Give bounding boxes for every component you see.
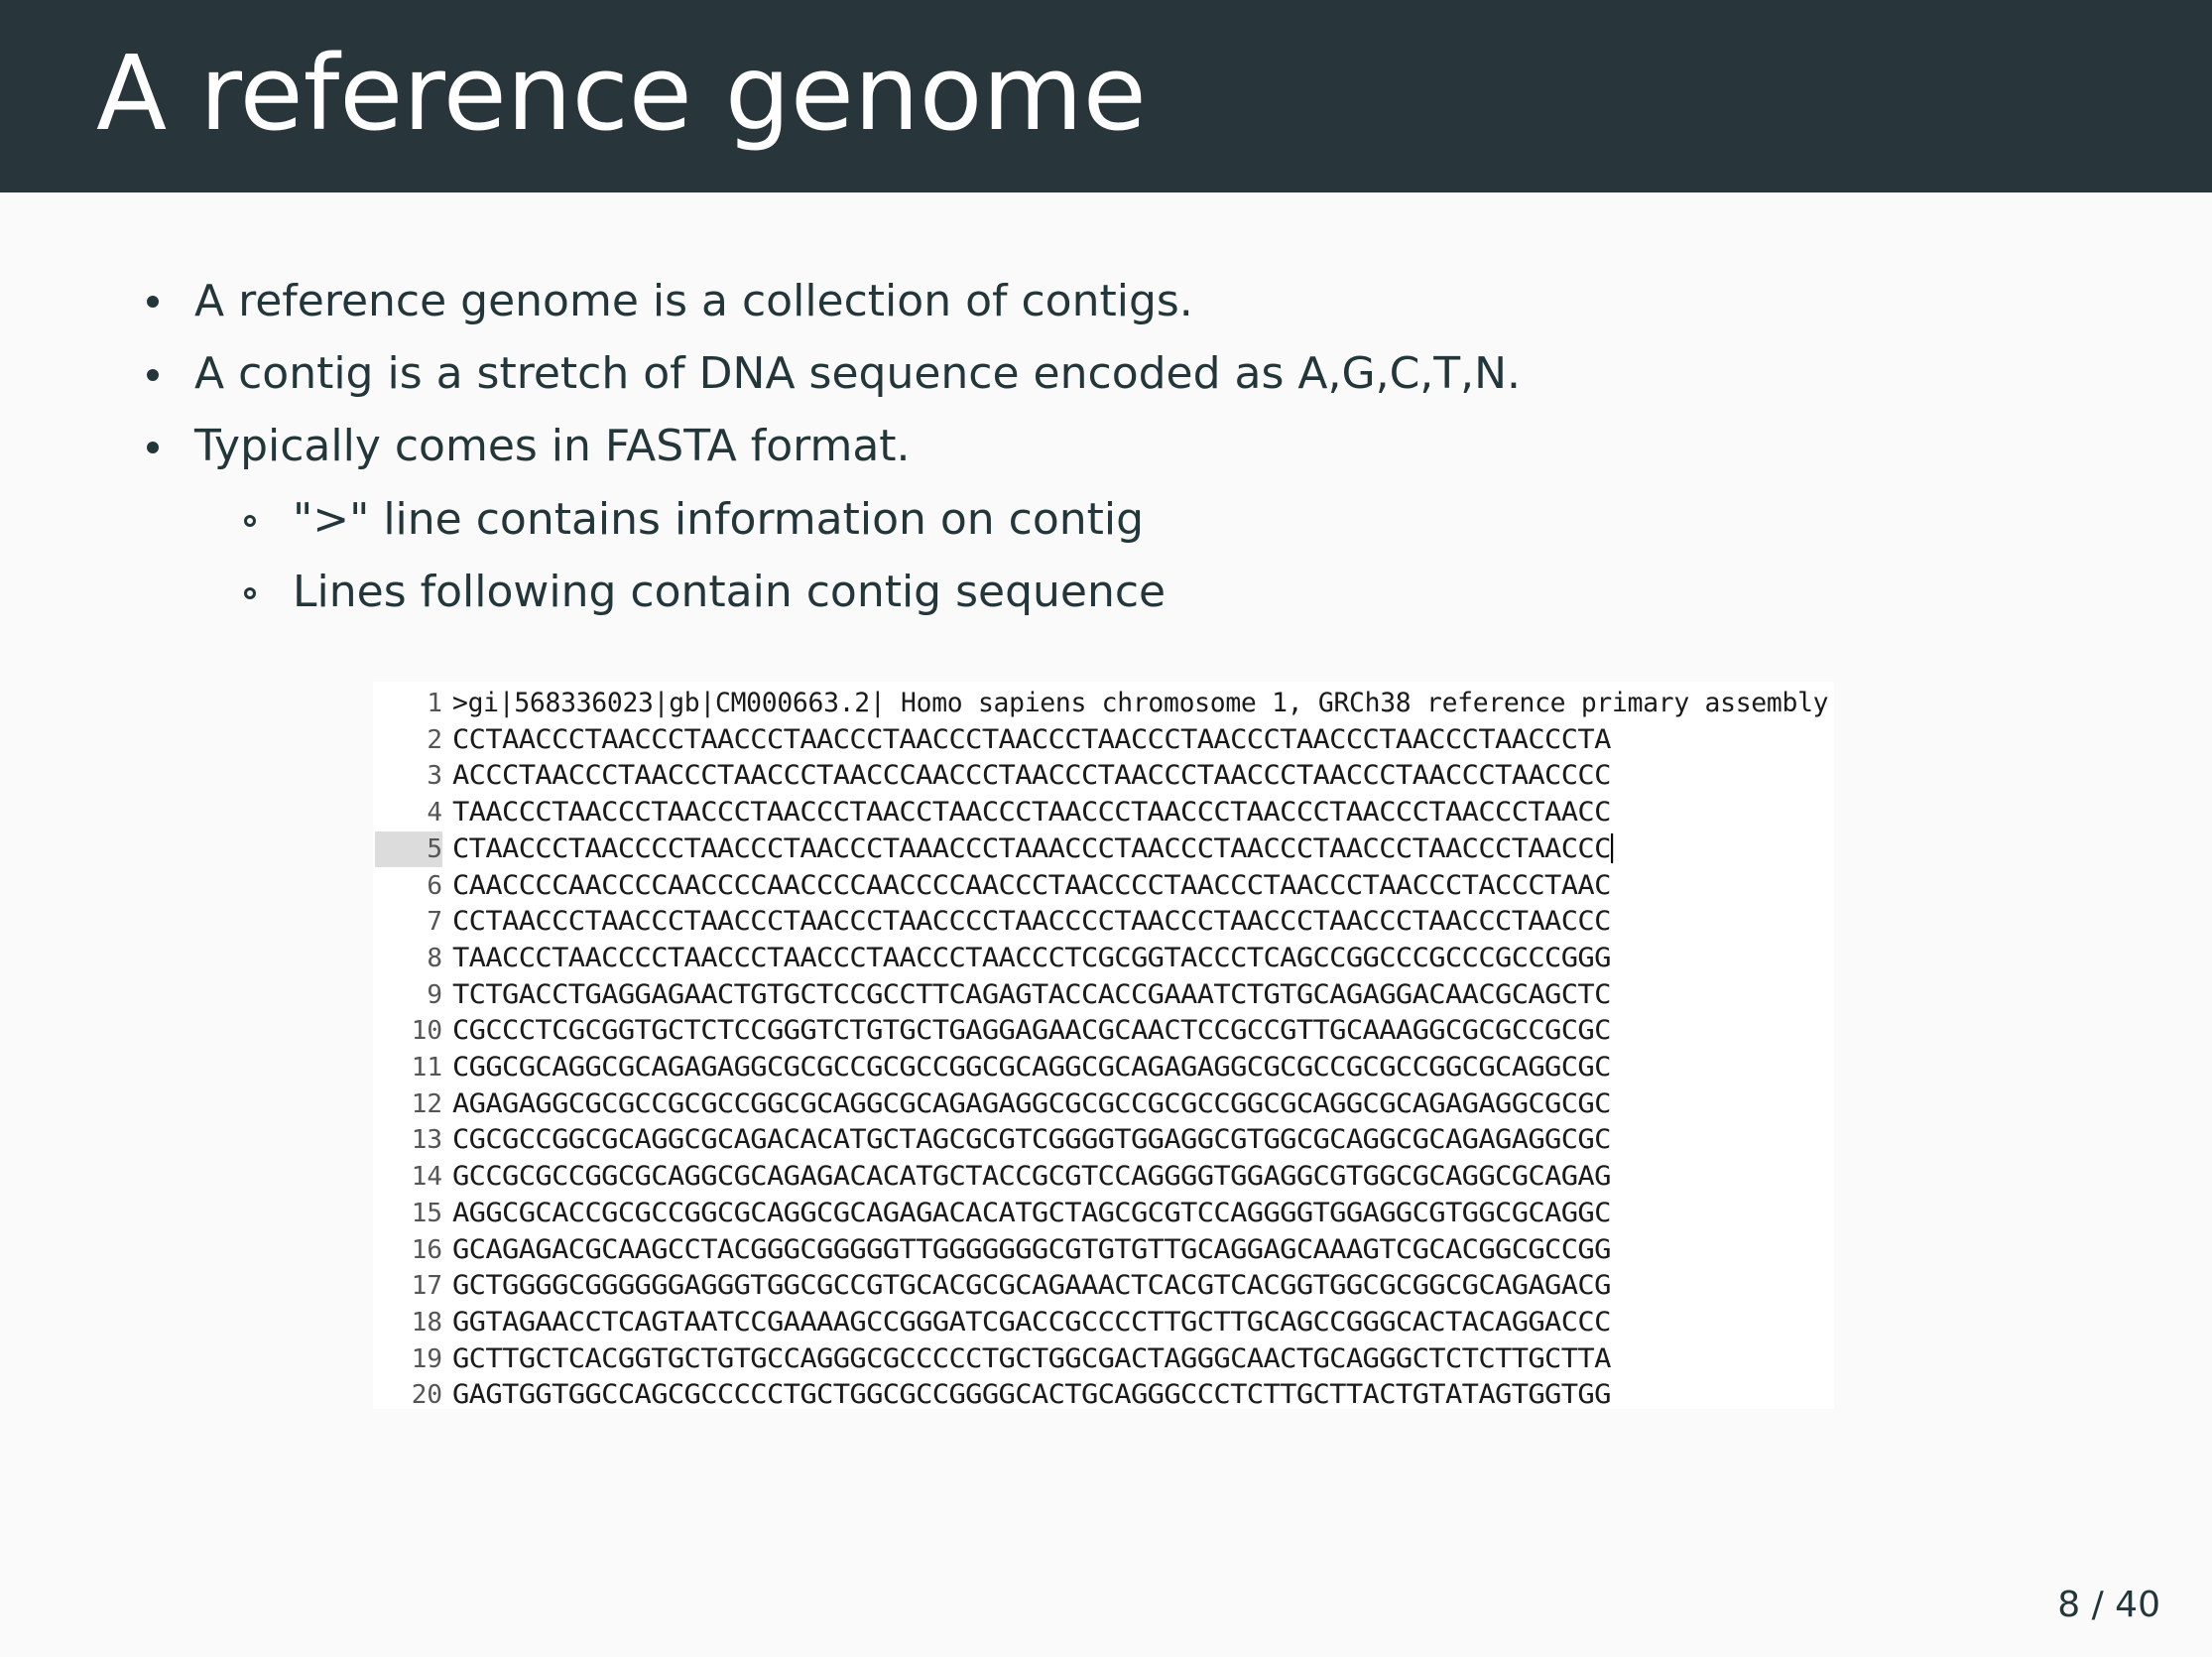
sequence-line: GGTAGAACCTCAGTAATCCGAAAAGCCGGGATCGACCGCC… xyxy=(452,1306,1611,1338)
code-line: 10 CGCCCTCGCGGTGCTCTCCGGGTCTGTGCTGAGGAGAA… xyxy=(373,1013,1834,1050)
line-number: 4 xyxy=(427,798,442,828)
code-line: 18 GGTAGAACCTCAGTAATCCGAAAAGCCGGGATCGACCG… xyxy=(373,1305,1834,1341)
bullet-marker xyxy=(147,369,159,381)
sequence-line: ACCCTAACCCTAACCCTAACCCTAACCCAACCCTAACCCT… xyxy=(452,760,1611,792)
sequence-line: AGAGAGGCGCGCCGCGCCGGCGCAGGCGCAGAGAGGCGCG… xyxy=(452,1087,1611,1119)
code-line: 20 GAGTGGTGGCCAGCGCCCCCTGCTGGCGCCGGGGCACT… xyxy=(373,1377,1834,1414)
sequence-line: GCTTGCTCACGGTGCTGTGCCAGGGCGCCCCCTGCTGGCG… xyxy=(452,1342,1611,1374)
line-number: 11 xyxy=(411,1053,442,1083)
code-line: 13 CGCGCCGGCGCAGGCGCAGACACATGCTAGCGCGTCGG… xyxy=(373,1122,1834,1159)
bullet-marker xyxy=(147,296,159,308)
code-line: 3 ACCCTAACCCTAACCCTAACCCTAACCCAACCCTAACCC… xyxy=(373,758,1834,795)
code-line: 16 GCAGAGACGCAAGCCTACGGGCGGGGGTTGGGGGGGCG… xyxy=(373,1232,1834,1269)
code-line: 11 CGGCGCAGGCGCAGAGAGGCGCGCCGCGCCGGCGCAGG… xyxy=(373,1050,1834,1086)
code-line: 15 AGGCGCACCGCGCCGGCGCAGGCGCAGAGACACATGCT… xyxy=(373,1196,1834,1232)
fasta-code-view: 1 >gi|568336023|gb|CM000663.2| Homo sapie… xyxy=(373,682,1834,1410)
line-number: 14 xyxy=(411,1162,442,1193)
line-number: 9 xyxy=(427,979,442,1010)
bullet-item: Typically comes in FASTA format. xyxy=(194,421,911,471)
sequence-line: CAACCCCAACCCCAACCCCAACCCCAACCCCAACCCTAAC… xyxy=(452,869,1611,901)
bullet-item: A contig is a stretch of DNA sequence en… xyxy=(194,348,1522,399)
code-line: 12 AGAGAGGCGCGCCGCGCCGGCGCAGGCGCAGAGAGGCG… xyxy=(373,1086,1834,1123)
line-number: 5 xyxy=(375,830,442,867)
bullet-item: A reference genome is a collection of co… xyxy=(194,276,1193,326)
line-number: 19 xyxy=(411,1343,442,1374)
line-number: 7 xyxy=(427,907,442,938)
fasta-header-line: >gi|568336023|gb|CM000663.2| Homo sapien… xyxy=(452,688,1829,718)
code-line: 9 TCTGACCTGAGGAGAACTGTGCTCCGCCTTCAGAGTACC… xyxy=(373,977,1834,1014)
line-number: 1 xyxy=(427,689,442,718)
text-cursor xyxy=(1610,832,1613,863)
slide-title: A reference genome xyxy=(96,33,1147,154)
line-number: 17 xyxy=(411,1271,442,1302)
sequence-line: TAACCCTAACCCCTAACCCTAACCCTAACCCTAACCCTCG… xyxy=(452,942,1611,973)
sub-bullet-marker xyxy=(244,587,256,599)
code-line: 6 CAACCCCAACCCCAACCCCAACCCCAACCCCAACCCTAA… xyxy=(373,868,1834,905)
sequence-line: GCAGAGACGCAAGCCTACGGGCGGGGGTTGGGGGGGCGTG… xyxy=(452,1233,1611,1265)
line-number: 12 xyxy=(411,1088,442,1119)
title-bar: A reference genome xyxy=(0,0,2212,192)
sequence-line: GCTGGGGCGGGGGGAGGGTGGCGCCGTGCACGCGCAGAAA… xyxy=(452,1270,1611,1302)
code-line: 14 GCCGCGCCGGCGCAGGCGCAGAGACACATGCTACCGCG… xyxy=(373,1159,1834,1196)
sequence-line: CGCGCCGGCGCAGGCGCAGACACATGCTAGCGCGTCGGGG… xyxy=(452,1124,1611,1156)
sequence-line: CGCCCTCGCGGTGCTCTCCGGGTCTGTGCTGAGGAGAACG… xyxy=(452,1015,1611,1047)
sequence-line: TCTGACCTGAGGAGAACTGTGCTCCGCCTTCAGAGTACCA… xyxy=(452,978,1611,1010)
sequence-line: GCCGCGCCGGCGCAGGCGCAGAGACACATGCTACCGCGTC… xyxy=(452,1161,1611,1193)
bullet-marker xyxy=(147,442,159,453)
line-number: 6 xyxy=(427,870,442,901)
line-number: 2 xyxy=(427,724,442,755)
line-number: 8 xyxy=(427,943,442,973)
sequence-line: TAACCCTAACCCTAACCCTAACCCTAACCTAACCCTAACC… xyxy=(452,797,1611,828)
code-line: 8 TAACCCTAACCCCTAACCCTAACCCTAACCCTAACCCTC… xyxy=(373,941,1834,977)
line-number: 15 xyxy=(411,1198,442,1228)
code-line: 4 TAACCCTAACCCTAACCCTAACCCTAACCTAACCCTAAC… xyxy=(373,795,1834,831)
code-line: 2 CCTAACCCTAACCCTAACCCTAACCCTAACCCTAACCCT… xyxy=(373,722,1834,759)
line-number: 16 xyxy=(411,1234,442,1265)
line-number: 20 xyxy=(411,1380,442,1411)
sequence-line: CCTAACCCTAACCCTAACCCTAACCCTAACCCTAACCCTA… xyxy=(452,723,1611,755)
line-number: 18 xyxy=(411,1307,442,1338)
sequence-line: AGGCGCACCGCGCCGGCGCAGGCGCAGAGACACATGCTAG… xyxy=(452,1197,1611,1228)
code-line: 5 CTAACCCTAACCCCTAACCCTAACCCTAAACCCTAAACC… xyxy=(373,830,1834,868)
sequence-line: GAGTGGTGGCCAGCGCCCCCTGCTGGCGCCGGGGCACTGC… xyxy=(452,1379,1611,1411)
sequence-line: CGGCGCAGGCGCAGAGAGGCGCGCCGCGCCGGCGCAGGCG… xyxy=(452,1052,1611,1083)
code-line: 7 CCTAACCCTAACCCTAACCCTAACCCTAACCCCTAACCC… xyxy=(373,904,1834,941)
line-number: 10 xyxy=(411,1016,442,1047)
code-line: 17 GCTGGGGCGGGGGGAGGGTGGCGCCGTGCACGCGCAGA… xyxy=(373,1268,1834,1305)
code-line: 1 >gi|568336023|gb|CM000663.2| Homo sapie… xyxy=(373,686,1834,722)
line-number: 13 xyxy=(411,1125,442,1156)
code-line: 19 GCTTGCTCACGGTGCTGTGCCAGGGCGCCCCCTGCTGG… xyxy=(373,1341,1834,1378)
sub-bullet-item: ">" line contains information on contig xyxy=(293,494,1145,545)
line-number: 3 xyxy=(427,761,442,792)
page-number: 8 / 40 xyxy=(2057,1585,2160,1625)
sub-bullet-item: Lines following contain contig sequence xyxy=(293,567,1167,617)
sequence-line: CCTAACCCTAACCCTAACCCTAACCCTAACCCCTAACCCC… xyxy=(452,906,1611,938)
sequence-line: CTAACCCTAACCCCTAACCCTAACCCTAAACCCTAAACCC… xyxy=(452,831,1613,867)
sub-bullet-marker xyxy=(244,515,256,527)
